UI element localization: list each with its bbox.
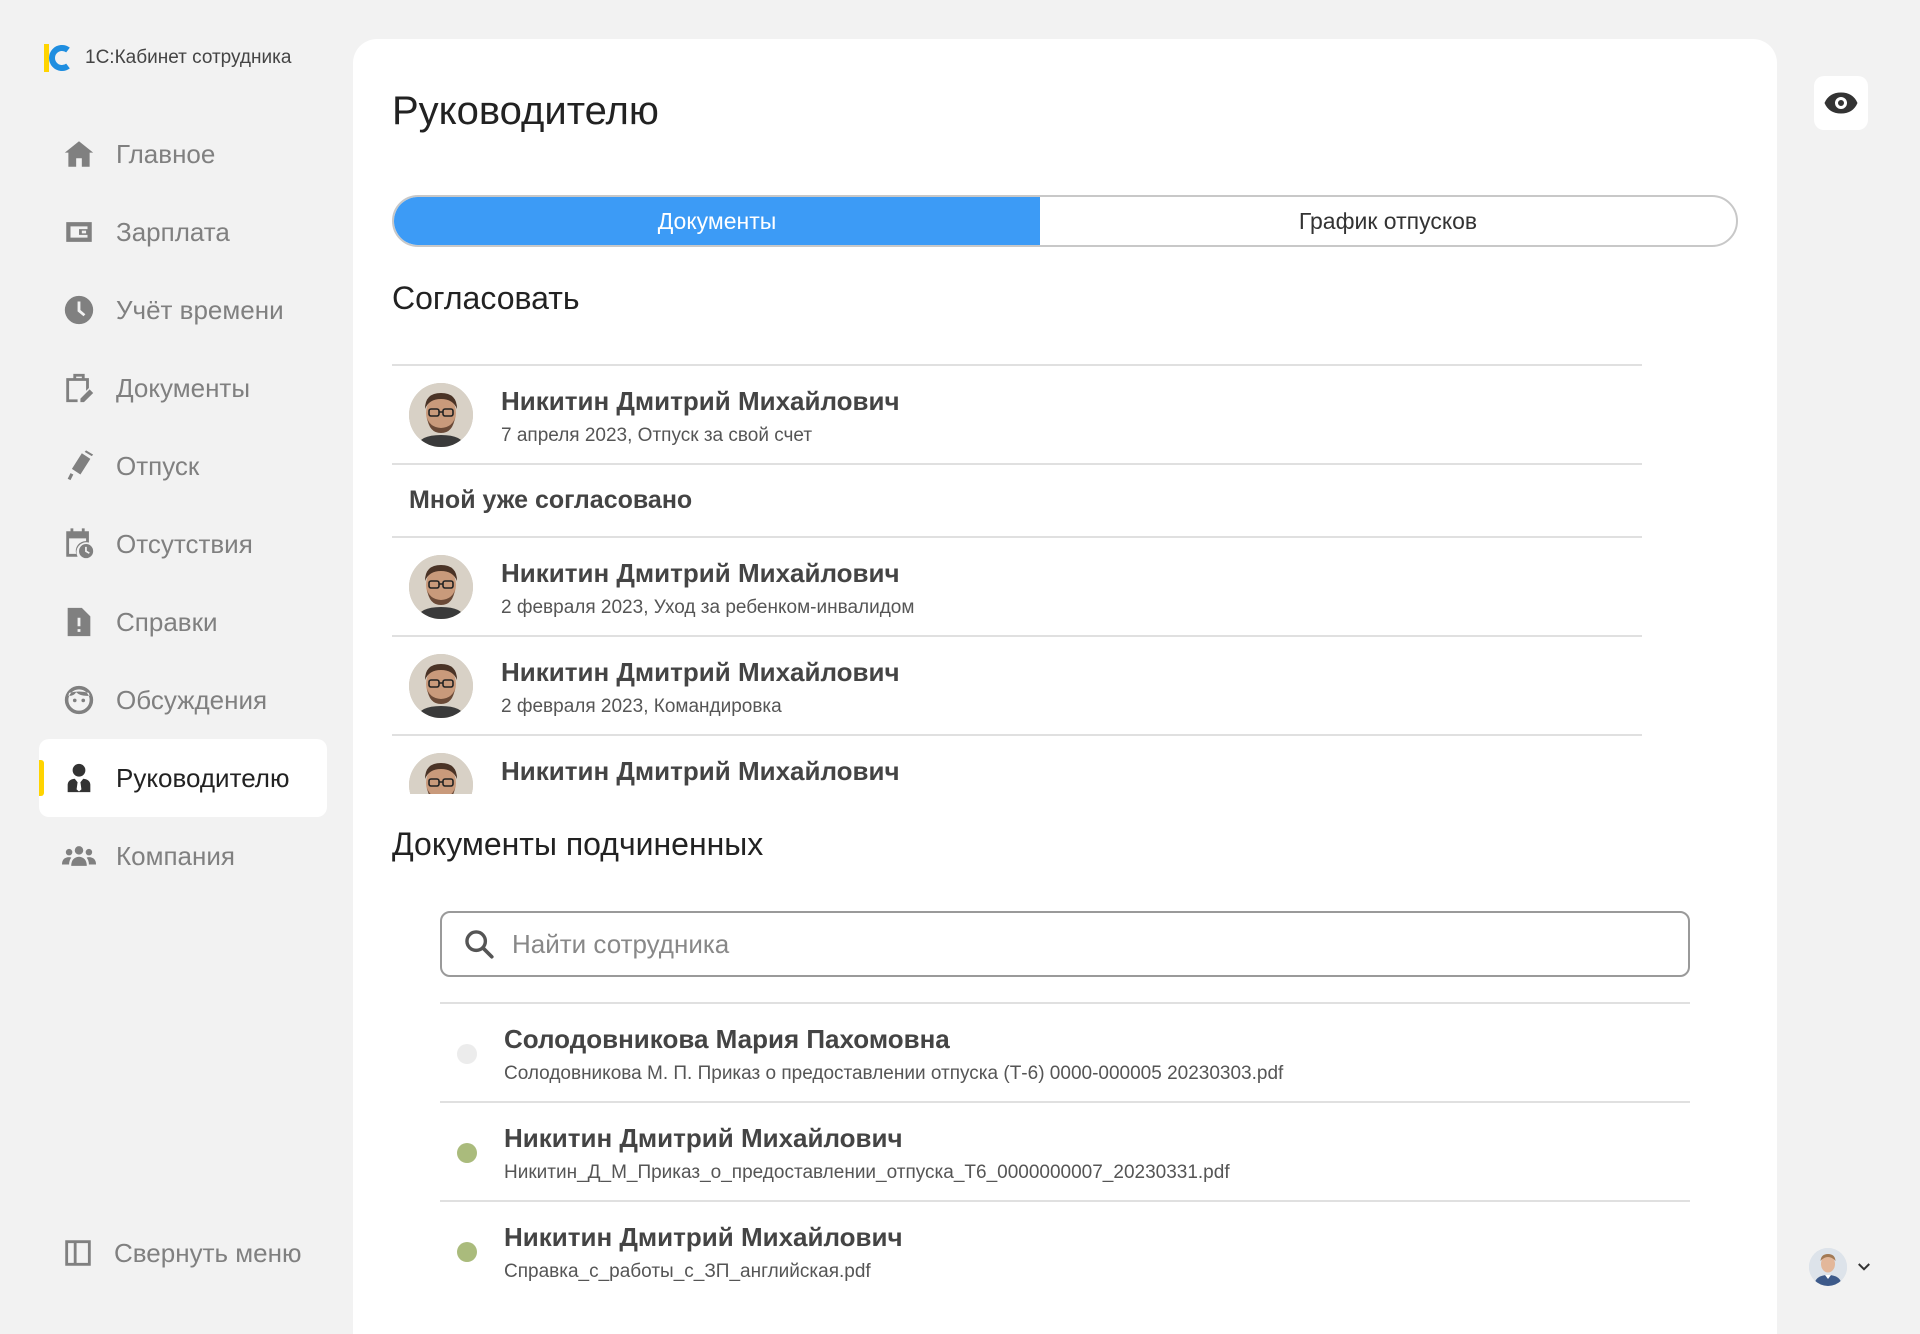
avatar [409,555,473,619]
tab-vacation-schedule[interactable]: График отпусков [1040,197,1736,245]
avatar [409,753,473,794]
logo-icon [44,44,70,72]
subordinates-section-title: Документы подчиненных [392,826,764,862]
employee-name: Никитин Дмитрий Михайлович [504,1123,903,1153]
status-dot [457,1044,477,1064]
sidebar-item-documents[interactable]: Документы [39,349,327,427]
user-menu[interactable] [1809,1248,1873,1286]
sidebar-item-salary[interactable]: Зарплата [39,193,327,271]
list-item[interactable]: Никитин Дмитрий Михайлович 7 апреля 2023… [392,366,1642,465]
sidebar: 1С:Кабинет сотрудника Главное Зарплата У… [0,0,353,1334]
person-name: Никитин Дмитрий Михайлович [501,657,900,687]
sidebar-toggle-icon [65,1240,91,1266]
search-icon [465,930,494,959]
group-icon [61,838,97,874]
sidebar-item-time[interactable]: Учёт времени [39,271,327,349]
search-input[interactable] [512,928,1612,960]
sidebar-item-company[interactable]: Компания [39,817,327,895]
list-item[interactable]: Никитин Дмитрий Михайлович Справка_с_раб… [440,1202,1690,1301]
home-icon [61,136,97,172]
sidebar-item-label: Отсутствия [116,528,253,559]
avatar [1809,1248,1847,1286]
document-filename: Солодовникова М. П. Приказ о предоставле… [504,1063,1284,1084]
approve-list[interactable]: Никитин Дмитрий Михайлович 7 апреля 2023… [392,364,1642,794]
sidebar-item-discussions[interactable]: Обсуждения [39,661,327,739]
eye-icon [1824,92,1858,114]
sidebar-item-label: Документы [116,372,251,403]
list-item[interactable]: Никитин Дмитрий Михайлович 2 февраля 202… [392,637,1642,736]
document-alert-icon [61,604,97,640]
sidebar-item-manager[interactable]: Руководителю [39,739,327,817]
approved-group-header: Мной уже согласовано [392,465,1642,538]
page-title: Руководителю [392,89,659,133]
sidebar-item-absences[interactable]: Отсутствия [39,505,327,583]
status-dot [457,1143,477,1163]
document-filename: Справка_с_работы_с_ЗП_английская.pdf [504,1261,871,1282]
brand[interactable]: 1С:Кабинет сотрудника [44,40,291,76]
document-filename: Никитин_Д_М_Приказ_о_предоставлении_отпу… [504,1162,1230,1183]
sidebar-item-vacation[interactable]: Отпуск [39,427,327,505]
sidebar-item-label: Справки [116,606,218,637]
app-title: 1С:Кабинет сотрудника [85,47,292,68]
person-name: Никитин Дмитрий Михайлович [501,756,900,786]
collapse-menu-button[interactable]: Свернуть меню [61,1236,301,1270]
visibility-toggle-button[interactable] [1814,76,1868,130]
person-name: Никитин Дмитрий Михайлович [501,558,900,588]
manager-icon [61,760,97,796]
sidebar-item-label: Руководителю [116,762,290,793]
suitcase-icon [61,448,97,484]
calendar-clock-icon [61,526,97,562]
list-item[interactable]: Солодовникова Мария Пахомовна Солодовник… [440,1004,1690,1103]
list-item[interactable]: Никитин Дмитрий Михайлович [392,736,1642,794]
sidebar-item-label: Учёт времени [116,294,284,325]
avatar [409,383,473,447]
employee-name: Никитин Дмитрий Михайлович [504,1222,903,1252]
status-dot [457,1242,477,1262]
list-item[interactable]: Никитин Дмитрий Михайлович 2 февраля 202… [392,538,1642,637]
main-card: Руководителю Документы График отпусков С… [353,39,1777,1334]
tab-documents[interactable]: Документы [394,197,1040,245]
sidebar-item-label: Обсуждения [116,684,268,715]
chevron-down-icon [1858,1263,1870,1271]
approve-section-title: Согласовать [392,280,580,316]
request-description: 7 апреля 2023, Отпуск за свой счет [501,425,813,446]
sidebar-nav: Главное Зарплата Учёт времени Документы … [39,115,327,895]
clock-icon [61,292,97,328]
list-item[interactable]: Никитин Дмитрий Михайлович Никитин_Д_М_П… [440,1103,1690,1202]
sidebar-item-label: Отпуск [116,450,200,481]
sidebar-item-label: Зарплата [116,216,230,247]
sidebar-item-certificates[interactable]: Справки [39,583,327,661]
tabs: Документы График отпусков [392,195,1738,247]
sidebar-item-label: Главное [116,138,216,169]
collapse-menu-label: Свернуть меню [114,1237,302,1268]
sidebar-item-home[interactable]: Главное [39,115,327,193]
sidebar-item-label: Компания [116,840,235,871]
clipboard-edit-icon [61,370,97,406]
person-name: Никитин Дмитрий Михайлович [501,386,900,416]
employee-search[interactable] [440,911,1690,977]
chat-face-icon [61,682,97,718]
wallet-icon [61,214,97,250]
subordinate-docs-list: Солодовникова Мария Пахомовна Солодовник… [440,1002,1690,1301]
request-description: 2 февраля 2023, Уход за ребенком-инвалид… [501,597,915,618]
request-description: 2 февраля 2023, Командировка [501,696,782,717]
employee-name: Солодовникова Мария Пахомовна [504,1024,950,1054]
avatar [409,654,473,718]
